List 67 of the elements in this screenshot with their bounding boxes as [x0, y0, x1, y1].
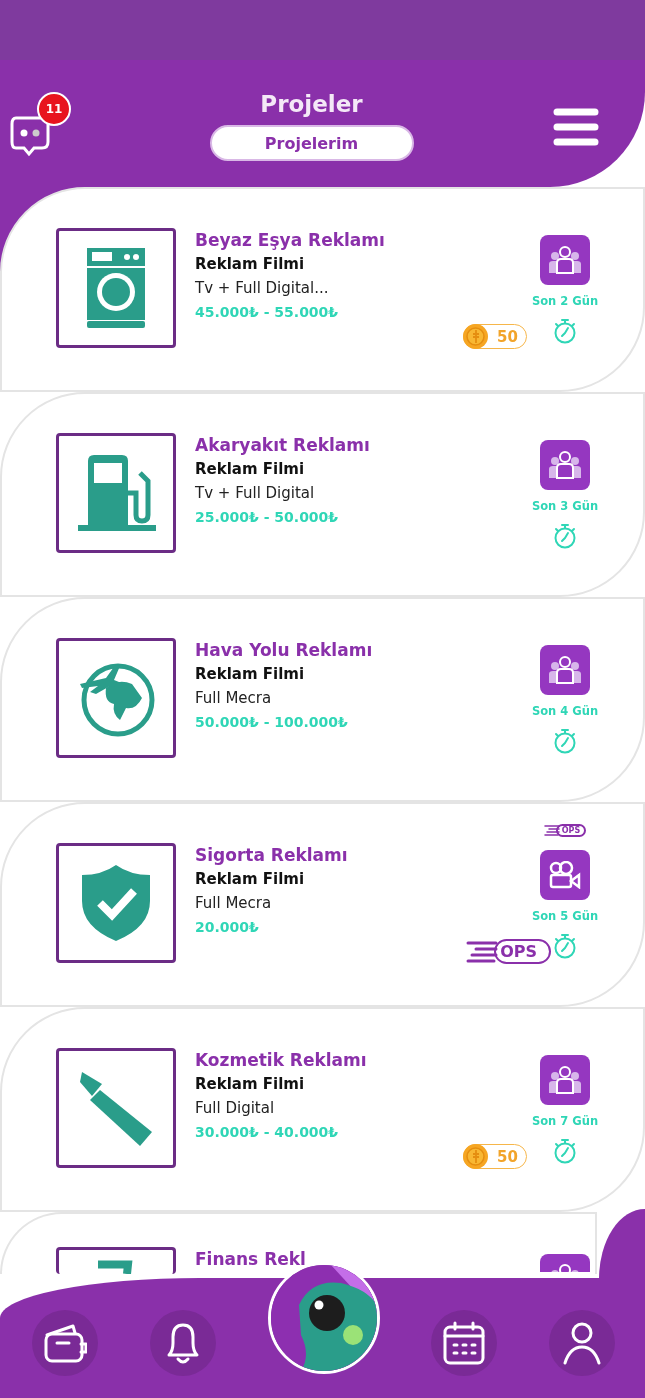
- project-type: Reklam Filmi: [195, 869, 306, 890]
- project-title: Akaryakıt Reklamı: [195, 434, 371, 457]
- ops-badge: OPS: [494, 939, 551, 964]
- speed-lines-icon: [466, 940, 499, 963]
- project-title: Kozmetik Reklamı: [195, 1049, 368, 1072]
- action-button[interactable]: [540, 235, 590, 285]
- action-button[interactable]: [540, 645, 590, 695]
- notification-badge: 11: [37, 92, 71, 126]
- deadline-label: Son 5 Gün: [531, 909, 599, 923]
- deadline-label: Son 7 Gün: [531, 1114, 599, 1128]
- menu-icon: [553, 108, 599, 146]
- washing-machine-icon: [87, 248, 145, 328]
- speed-lines-icon: [543, 825, 560, 836]
- projects-tab[interactable]: Projelerim: [209, 125, 414, 161]
- shield-check-icon: [80, 863, 152, 943]
- stopwatch-icon: [553, 728, 577, 754]
- group-icon: [548, 246, 582, 274]
- action-button[interactable]: [540, 850, 590, 900]
- project-card[interactable]: Akaryakıt Reklamı Reklam Filmi Tv + Full Digital 25.000₺ - 50.000₺ Son 3 Gün: [0, 392, 645, 597]
- price-range: 45.000₺ - 55.000₺: [195, 303, 340, 322]
- project-card[interactable]: Hava Yolu Reklamı Reklam Filmi Full Mecra 50.000₺ - 100.000₺ Son 4 Gün: [0, 597, 645, 802]
- fuel-pump-icon: [76, 453, 156, 533]
- group-icon: [548, 1066, 582, 1094]
- menu-button[interactable]: [553, 108, 599, 148]
- project-title: Finans Rekl: [195, 1248, 307, 1271]
- deadline-label: Son 4 Gün: [531, 704, 599, 718]
- stopwatch-icon: [553, 318, 577, 344]
- project-card[interactable]: Sigorta Reklamı Reklam Filmi Full Mecra 20.000₺ OPS OPS Son 5 Gün: [0, 802, 645, 1007]
- project-card[interactable]: Kozmetik Reklamı Reklam Filmi Full Digital 30.000₺ - 40.000₺ 50 Son 7 Gün: [0, 1007, 645, 1212]
- project-type: Reklam Filmi: [195, 459, 306, 480]
- project-type: Reklam Filmi: [195, 1074, 306, 1095]
- project-card[interactable]: Finans Rekl: [0, 1212, 597, 1274]
- coin-amount: 50: [497, 327, 518, 346]
- project-card[interactable]: Beyaz Eşya Reklamı Reklam Filmi Tv + Full Digital... 45.000₺ - 55.000₺ 50 Son 2 Gün: [0, 187, 645, 392]
- group-icon: [548, 656, 582, 684]
- group-icon: [548, 451, 582, 479]
- project-media: Tv + Full Digital: [195, 483, 316, 504]
- stopwatch-icon: [553, 933, 577, 959]
- deadline-label: Son 3 Gün: [531, 499, 599, 513]
- project-media: Tv + Full Digital...: [195, 278, 330, 299]
- ops-tag: OPS: [555, 824, 587, 837]
- price-range: 20.000₺: [195, 918, 260, 937]
- project-title: Beyaz Eşya Reklamı: [195, 229, 386, 252]
- action-button[interactable]: [540, 1055, 590, 1105]
- project-type: Reklam Filmi: [195, 254, 306, 275]
- wallet-icon: [43, 1323, 87, 1363]
- price-range: 30.000₺ - 40.000₺: [195, 1123, 340, 1142]
- price-range: 25.000₺ - 50.000₺: [195, 508, 340, 527]
- project-media: Full Mecra: [195, 688, 273, 709]
- user-icon: [562, 1321, 602, 1365]
- calendar-icon: [443, 1321, 486, 1365]
- coin-icon: [462, 323, 489, 350]
- price-range: 50.000₺ - 100.000₺: [195, 713, 349, 732]
- action-button[interactable]: [540, 440, 590, 490]
- stopwatch-icon: [553, 1138, 577, 1164]
- video-camera-icon: [549, 861, 581, 889]
- project-media: Full Digital: [195, 1098, 276, 1119]
- stopwatch-icon: [553, 523, 577, 549]
- project-media: Full Mecra: [195, 893, 273, 914]
- deadline-label: Son 2 Gün: [531, 294, 599, 308]
- page-title: Projeler: [260, 91, 363, 117]
- coin-icon: [462, 1143, 489, 1170]
- action-button[interactable]: [540, 1254, 590, 1272]
- project-title: Hava Yolu Reklamı: [195, 639, 374, 662]
- coin-amount: 50: [497, 1147, 518, 1166]
- project-title: Sigorta Reklamı: [195, 844, 349, 867]
- project-type: Reklam Filmi: [195, 664, 306, 685]
